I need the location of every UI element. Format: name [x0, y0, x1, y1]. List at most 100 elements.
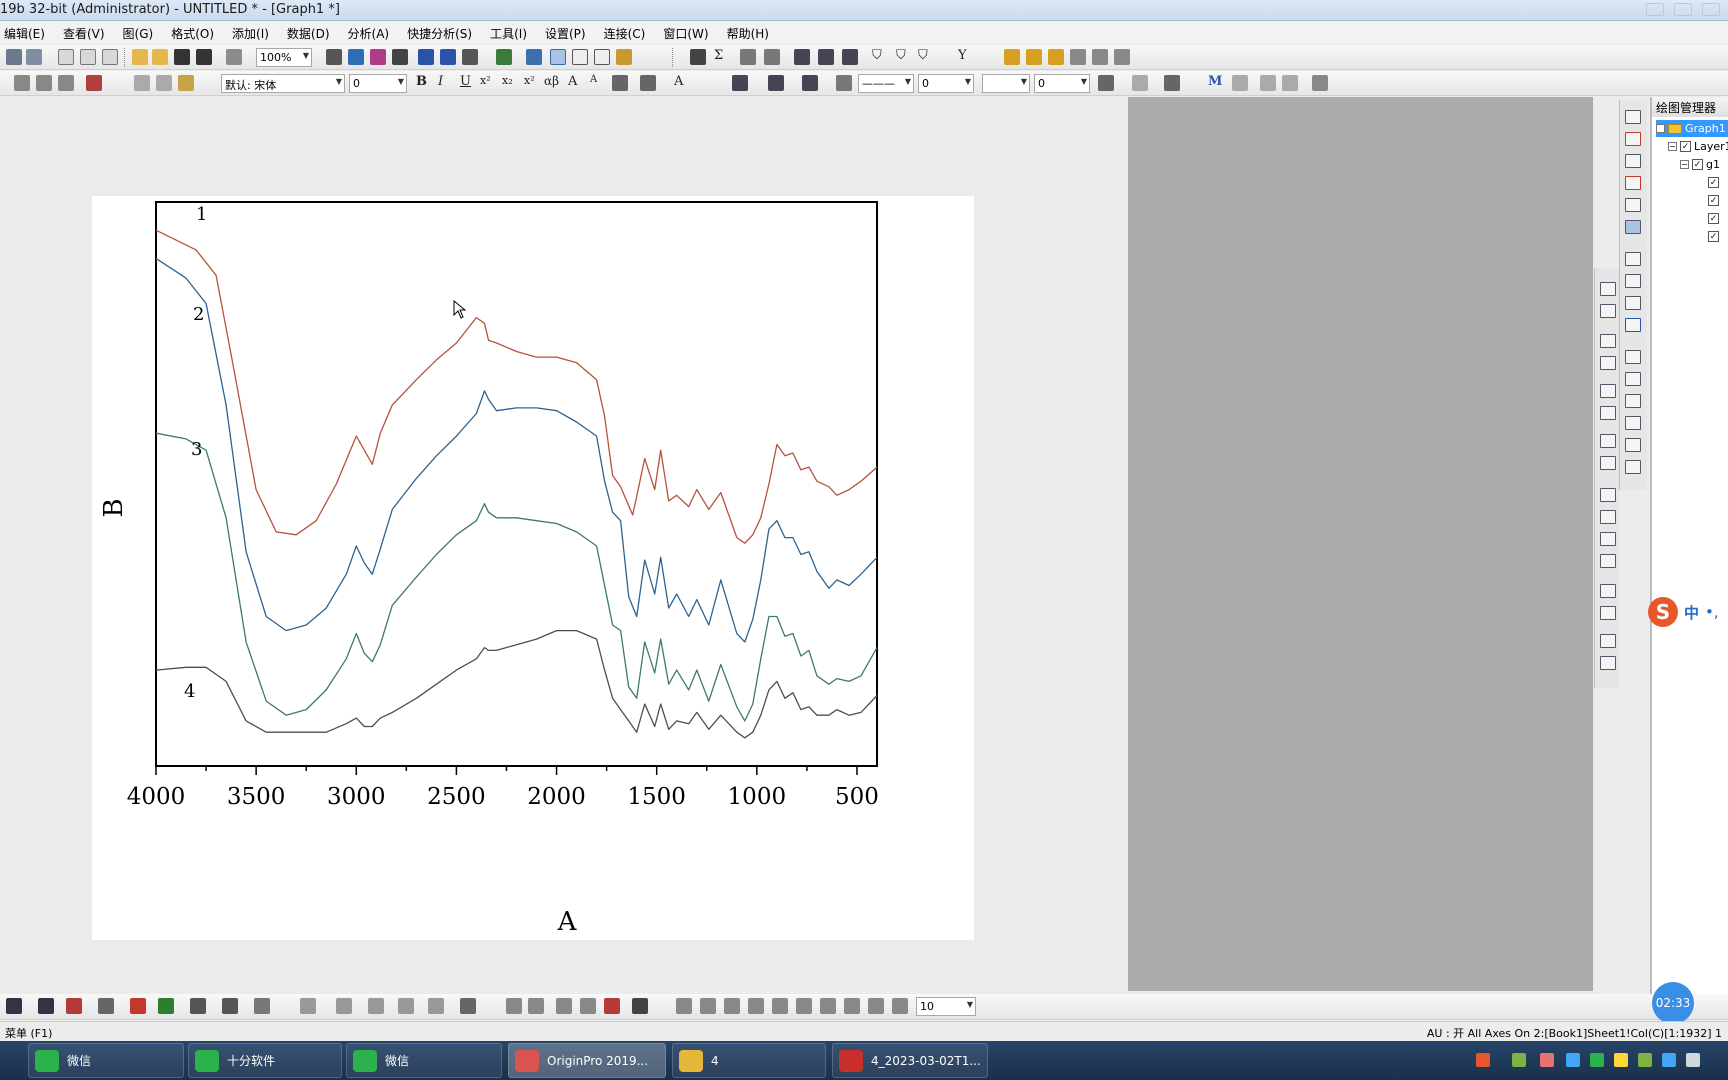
- zoom-window-icon[interactable]: [550, 49, 566, 65]
- lock-icon[interactable]: [1312, 75, 1328, 91]
- layer-grid-icon[interactable]: [1625, 274, 1641, 288]
- draw2-icon[interactable]: [700, 998, 716, 1014]
- symbol-style-select[interactable]: ▼: [982, 74, 1030, 93]
- sort-icon[interactable]: [740, 49, 756, 65]
- layer-icon[interactable]: [14, 75, 30, 91]
- zoom-select[interactable]: 100% ▼: [256, 48, 312, 67]
- spectrum-chart[interactable]: 4000 3500 3000 2500 2000 1500 1000 500 A B 1 2 …: [92, 196, 974, 940]
- superscript-icon[interactable]: x²: [480, 74, 491, 87]
- sogou-logo-icon[interactable]: S: [1648, 597, 1678, 627]
- filter-settings-icon[interactable]: ⛉: [918, 48, 928, 63]
- app-icon[interactable]: [1004, 49, 1020, 65]
- series-label-1[interactable]: 1: [196, 204, 207, 225]
- line-symbol-icon[interactable]: [38, 998, 54, 1014]
- command-window-icon[interactable]: [440, 49, 456, 65]
- rotate-icon[interactable]: [1600, 634, 1616, 648]
- menu-insert[interactable]: 添加(I): [228, 25, 273, 42]
- menu-preferences[interactable]: 设置(P): [541, 25, 590, 42]
- taskbar-item-wechat-2[interactable]: 微信: [346, 1043, 502, 1078]
- align-center-icon[interactable]: [1600, 384, 1616, 398]
- tree-graph-node[interactable]: − Graph1: [1656, 120, 1728, 137]
- restore-button[interactable]: [1674, 3, 1692, 16]
- row-height-icon[interactable]: [1260, 75, 1276, 91]
- back-icon[interactable]: [1600, 554, 1616, 568]
- tree-group-node[interactable]: − ✓ g1: [1680, 156, 1720, 173]
- template5-icon[interactable]: [428, 998, 444, 1014]
- battery-icon[interactable]: [1512, 1053, 1526, 1067]
- app3-icon[interactable]: [1048, 49, 1064, 65]
- cloud-icon[interactable]: [1566, 1053, 1580, 1067]
- series-line-2[interactable]: [155, 257, 878, 643]
- axis-red2-icon[interactable]: [1625, 176, 1641, 190]
- template2-icon[interactable]: [336, 998, 352, 1014]
- italic-icon[interactable]: I: [438, 74, 443, 89]
- draw3-icon[interactable]: [724, 998, 740, 1014]
- sogou-tray-icon[interactable]: [1476, 1053, 1490, 1067]
- tree-plot-node[interactable]: ✓: [1708, 210, 1722, 227]
- minimize-button[interactable]: [1646, 3, 1664, 16]
- wechat-tray-icon[interactable]: [1590, 1053, 1604, 1067]
- align-bottom-icon[interactable]: [1600, 356, 1616, 370]
- front-icon[interactable]: [1600, 532, 1616, 546]
- open-template-icon[interactable]: [152, 49, 168, 65]
- menu-analysis[interactable]: 分析(A): [344, 25, 394, 42]
- draw6-icon[interactable]: [796, 998, 812, 1014]
- decrease-font-icon[interactable]: A: [590, 74, 597, 85]
- same-height-icon[interactable]: [1600, 510, 1616, 524]
- axis-l-icon[interactable]: [1625, 350, 1641, 364]
- new-window-icon[interactable]: [370, 49, 386, 65]
- collapse-icon[interactable]: −: [1680, 160, 1689, 169]
- new-matrix-icon[interactable]: [58, 49, 74, 65]
- checkbox-icon[interactable]: ✓: [1708, 177, 1719, 188]
- symbol-icon[interactable]: [836, 75, 852, 91]
- close-button[interactable]: [1702, 3, 1720, 16]
- menu-window[interactable]: 窗口(W): [659, 25, 712, 42]
- pattern-icon[interactable]: [768, 75, 784, 91]
- display-icon[interactable]: [1662, 1053, 1676, 1067]
- axis-red-icon[interactable]: [1625, 132, 1641, 146]
- x-axis-title[interactable]: A: [557, 907, 578, 937]
- scatter-icon[interactable]: [6, 998, 22, 1014]
- area-icon[interactable]: [158, 998, 174, 1014]
- network-icon[interactable]: [1638, 1053, 1652, 1067]
- ungroup-icon[interactable]: [1600, 606, 1616, 620]
- font-color-icon[interactable]: A: [674, 74, 683, 89]
- line-color-icon[interactable]: [802, 75, 818, 91]
- axis-icon[interactable]: [1625, 154, 1641, 168]
- new-graph-icon[interactable]: [26, 49, 42, 65]
- merge-icon[interactable]: [36, 75, 52, 91]
- filter-icon[interactable]: ⛉: [872, 48, 882, 63]
- same-width-icon[interactable]: [1600, 488, 1616, 502]
- mask5-icon[interactable]: [604, 998, 620, 1014]
- menu-tools[interactable]: 工具(I): [486, 25, 531, 42]
- greek-icon[interactable]: αβ: [544, 74, 559, 88]
- project-explorer-icon[interactable]: [496, 49, 512, 65]
- add-column-icon[interactable]: [690, 49, 706, 65]
- menu-data[interactable]: 数据(D): [283, 25, 334, 42]
- histogram-icon[interactable]: [818, 49, 834, 65]
- collapse-icon[interactable]: −: [1656, 124, 1665, 133]
- graph-page[interactable]: 4000 3500 3000 2500 2000 1500 1000 500 A B 1 2 …: [92, 196, 974, 940]
- line-width-select[interactable]: 0 ▼: [918, 74, 974, 93]
- ime-toolbar[interactable]: S 中 •,: [1648, 597, 1728, 627]
- template4-icon[interactable]: [398, 998, 414, 1014]
- menu-graph[interactable]: 图(G): [119, 25, 158, 42]
- app-tray-icon[interactable]: [1540, 1053, 1554, 1067]
- taskbar-item-shifen[interactable]: 十分软件: [188, 1043, 342, 1078]
- taskbar-item-originpro[interactable]: OriginPro 2019...: [508, 1043, 666, 1078]
- layer-grid3-icon[interactable]: [1625, 318, 1641, 332]
- column-align-icon[interactable]: [640, 75, 656, 91]
- column-icon[interactable]: [66, 998, 82, 1014]
- recording-timer[interactable]: 02:33: [1652, 982, 1694, 1024]
- checkbox-icon[interactable]: ✓: [1708, 195, 1719, 206]
- sum-icon[interactable]: Σ: [714, 48, 723, 63]
- layer-grid2-icon[interactable]: [1625, 296, 1641, 310]
- draw10-icon[interactable]: [892, 998, 908, 1014]
- draw9-icon[interactable]: [868, 998, 884, 1014]
- app6-icon[interactable]: [1114, 49, 1130, 65]
- distribute-v-icon[interactable]: [1600, 456, 1616, 470]
- arrange-icon[interactable]: [58, 75, 74, 91]
- save-template-icon[interactable]: [196, 49, 212, 65]
- app5-icon[interactable]: [1092, 49, 1108, 65]
- duplicate-icon[interactable]: [348, 49, 364, 65]
